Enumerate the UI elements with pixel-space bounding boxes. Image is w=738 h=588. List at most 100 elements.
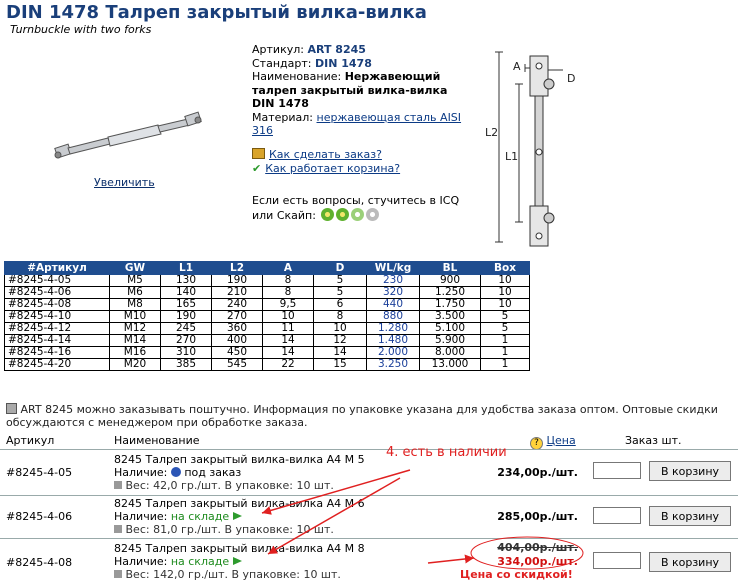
order-icon <box>170 467 181 477</box>
add-to-cart-button[interactable]: В корзину <box>649 461 731 481</box>
spec-cell: 545 <box>211 358 263 371</box>
help-links: Как сделать заказ? ✔ Как работает корзина… <box>252 148 400 176</box>
spec-cell: M14 <box>109 334 161 347</box>
icq-icon-2[interactable] <box>336 208 350 221</box>
how-cart-link[interactable]: Как работает корзина? <box>265 162 400 175</box>
spec-cell: 1 <box>480 334 530 347</box>
order-name-block: 8245 Талреп закрытый вилка-вилка A4 M 8 … <box>114 542 365 581</box>
col-article: Артикул <box>6 434 55 447</box>
spec-cell: 245 <box>160 322 212 335</box>
spec-cell: M16 <box>109 346 161 359</box>
spec-cell: 1.250 <box>419 286 481 299</box>
enlarge-link[interactable]: Увеличить <box>94 176 155 189</box>
order-name-block: 8245 Талреп закрытый вилка-вилка A4 M 6 … <box>114 497 365 536</box>
spec-cell: 1 <box>480 358 530 371</box>
quantity-input[interactable] <box>593 552 641 569</box>
stock-status: на складе <box>170 555 230 568</box>
spec-cell: 12 <box>313 334 367 347</box>
spec-cell: 190 <box>160 310 212 323</box>
spec-cell: 270 <box>160 334 212 347</box>
spec-cell: 440 <box>366 298 420 311</box>
article-value: ART 8245 <box>307 43 366 56</box>
packing-note: ART 8245 можно заказывать поштучно. Инфо… <box>6 403 732 429</box>
order-price: 285,00р./шт. <box>497 510 578 523</box>
spec-cell: M12 <box>109 322 161 335</box>
order-article: #8245-4-05 <box>6 466 73 479</box>
spec-cell: 140 <box>160 286 212 299</box>
add-to-cart-button[interactable]: В корзину <box>649 506 731 526</box>
order-article: #8245-4-06 <box>6 510 73 523</box>
product-specs: Артикул: ART 8245 Стандарт: DIN 1478 Наи… <box>252 43 470 138</box>
spec-cell: 10 <box>480 298 530 311</box>
price-sort-link[interactable]: Цена <box>547 434 576 447</box>
spec-cell: 13.000 <box>419 358 481 371</box>
spec-cell: 8.000 <box>419 346 481 359</box>
spec-row: #8245-4-14 M14 270 400 14 12 1.480 5.900 1 <box>4 334 530 347</box>
spec-cell: #8245-4-05 <box>4 274 110 287</box>
old-price: 404,00р./шт. <box>497 541 578 554</box>
spec-cell: #8245-4-10 <box>4 310 110 323</box>
standard-label: Стандарт: <box>252 56 312 70</box>
spec-row: #8245-4-16 M16 310 450 14 14 2.000 8.000 1 <box>4 346 530 359</box>
spec-cell: M8 <box>109 298 161 311</box>
order-name: 8245 Талреп закрытый вилка-вилка A4 M 8 <box>114 542 365 555</box>
spec-cell: 1.750 <box>419 298 481 311</box>
spec-cell: 22 <box>262 358 314 371</box>
weight-icon <box>114 481 122 489</box>
spec-cell: #8245-4-08 <box>4 298 110 311</box>
col-name: Наименование <box>114 434 200 447</box>
spec-cell: 385 <box>160 358 212 371</box>
stock-label: Наличие: <box>114 466 168 479</box>
product-image[interactable] <box>48 108 208 168</box>
check-icon: ✔ <box>252 162 262 175</box>
flag-icon <box>233 512 243 520</box>
spec-cell: 1 <box>480 346 530 359</box>
article-label: Артикул: <box>252 43 304 56</box>
spec-cell: 2.000 <box>366 346 420 359</box>
dim-a-label: A <box>513 60 521 73</box>
icq-icon-1[interactable] <box>321 208 335 221</box>
spec-cell: 1.480 <box>366 334 420 347</box>
spec-cell: 270 <box>211 310 263 323</box>
spec-cell: 5 <box>313 274 367 287</box>
spec-cell: 230 <box>366 274 420 287</box>
spec-cell: M6 <box>109 286 161 299</box>
dim-l1-label: L1 <box>505 150 518 163</box>
add-to-cart-button[interactable]: В корзину <box>649 552 731 572</box>
spec-cell: 400 <box>211 334 263 347</box>
col-price[interactable]: ? Цена <box>530 434 576 450</box>
spec-cell: #8245-4-06 <box>4 286 110 299</box>
dim-l2-label: L2 <box>485 126 498 139</box>
weight-icon <box>114 570 122 578</box>
spec-col-header: D <box>313 261 367 275</box>
technical-drawing: A D L1 L2 <box>485 51 575 247</box>
spec-cell: 8 <box>262 274 314 287</box>
discount-annotation: Цена со скидкой! <box>460 568 573 581</box>
spec-col-header: Box <box>480 261 530 275</box>
spec-cell: 320 <box>366 286 420 299</box>
spec-cell: 10 <box>480 274 530 287</box>
order-article: #8245-4-08 <box>6 556 73 569</box>
material-label: Материал: <box>252 110 314 124</box>
quantity-input[interactable] <box>593 507 641 524</box>
quantity-input[interactable] <box>593 462 641 479</box>
spec-cell: 450 <box>211 346 263 359</box>
spec-cell: 14 <box>262 346 314 359</box>
spec-col-header: WL/kg <box>366 261 420 275</box>
spec-cell: 360 <box>211 322 263 335</box>
flag-icon <box>233 557 243 565</box>
spec-row: #8245-4-10 M10 190 270 10 8 880 3.500 5 <box>4 310 530 323</box>
how-order-link[interactable]: Как сделать заказ? <box>269 148 382 161</box>
spec-col-header: L1 <box>160 261 212 275</box>
spec-cell: 130 <box>160 274 212 287</box>
spec-col-header: BL <box>419 261 481 275</box>
icq-icon-4[interactable] <box>366 208 380 221</box>
spec-cell: M20 <box>109 358 161 371</box>
discount-price: 334,00р./шт. <box>497 555 578 568</box>
icq-icon-3[interactable] <box>351 208 365 221</box>
spec-cell: 9,5 <box>262 298 314 311</box>
spec-cell: 165 <box>160 298 212 311</box>
spec-cell: M5 <box>109 274 161 287</box>
spec-row: #8245-4-12 M12 245 360 11 10 1.280 5.100 5 <box>4 322 530 335</box>
weight-info: Вес: 81,0 гр./шт. В упаковке: 10 шт. <box>125 523 334 536</box>
